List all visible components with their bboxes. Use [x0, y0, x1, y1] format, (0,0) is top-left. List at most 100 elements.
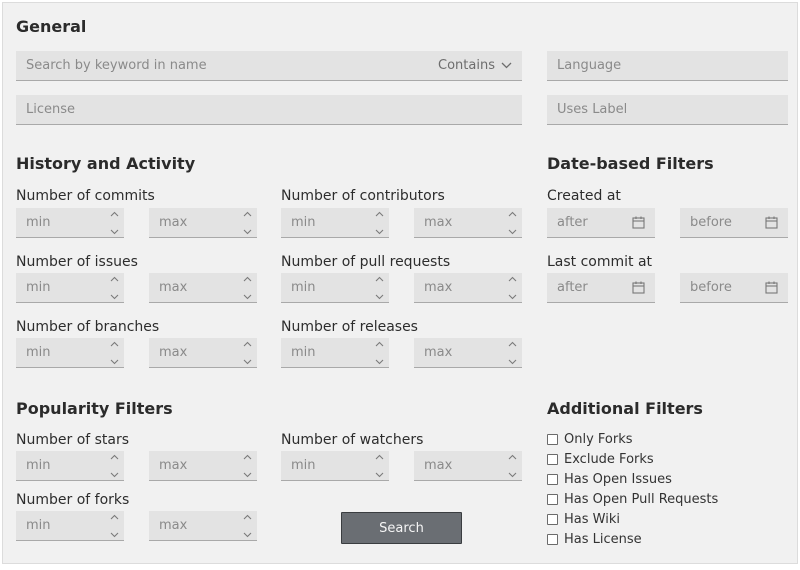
chevron-up-icon: [110, 276, 118, 282]
chevron-up-icon: [110, 341, 118, 347]
last-commit-label: Last commit at: [547, 254, 653, 270]
chevron-down-icon: [508, 294, 516, 300]
chevron-down-icon: [110, 294, 118, 300]
created-at-label: Created at: [547, 188, 621, 204]
number-stepper[interactable]: [506, 341, 518, 365]
number-stepper[interactable]: [108, 341, 120, 365]
chevron-down-icon: [243, 294, 251, 300]
filter-option-has-open-issues[interactable]: Has Open Issues: [547, 472, 672, 487]
has-wiki-checkbox[interactable]: [547, 514, 558, 525]
stars-min-field: [16, 451, 124, 481]
issues-max-field: [149, 273, 257, 303]
chevron-down-icon: [501, 62, 512, 69]
chevron-down-icon: [375, 472, 383, 478]
number-stepper[interactable]: [373, 454, 385, 478]
watchers-min-field: [281, 451, 389, 481]
watchers-max-field: [414, 451, 522, 481]
filter-option-has-wiki[interactable]: Has Wiki: [547, 512, 620, 527]
stars-label: Number of stars: [16, 432, 130, 448]
chevron-down-icon: [243, 229, 251, 235]
filter-option-has-license[interactable]: Has License: [547, 532, 642, 547]
number-stepper[interactable]: [108, 276, 120, 300]
number-stepper[interactable]: [241, 454, 253, 478]
forks-label: Number of forks: [16, 492, 130, 508]
issues-min-field: [16, 273, 124, 303]
chevron-down-icon: [508, 229, 516, 235]
number-stepper[interactable]: [108, 514, 120, 538]
only-forks-checkbox[interactable]: [547, 434, 558, 445]
calendar-icon[interactable]: [632, 216, 645, 229]
chevron-up-icon: [375, 211, 383, 217]
forks-max-field: [149, 511, 257, 541]
keyword-search-field: Contains: [16, 51, 522, 81]
filter-option-label: Has Open Pull Requests: [564, 492, 719, 507]
chevron-up-icon: [243, 514, 251, 520]
chevron-down-icon: [243, 359, 251, 365]
calendar-icon[interactable]: [632, 281, 645, 294]
match-mode-dropdown[interactable]: Contains: [438, 51, 512, 80]
chevron-down-icon: [375, 294, 383, 300]
chevron-down-icon: [110, 532, 118, 538]
chevron-up-icon: [110, 514, 118, 520]
number-stepper[interactable]: [373, 341, 385, 365]
releases-min-field: [281, 338, 389, 368]
exclude-forks-checkbox[interactable]: [547, 454, 558, 465]
has-open-pull-requests-checkbox[interactable]: [547, 494, 558, 505]
chevron-down-icon: [243, 532, 251, 538]
number-stepper[interactable]: [241, 514, 253, 538]
chevron-up-icon: [243, 276, 251, 282]
number-stepper[interactable]: [241, 341, 253, 365]
pull-requests-min-field: [281, 273, 389, 303]
filter-option-label: Has License: [564, 532, 642, 547]
forks-min-field: [16, 511, 124, 541]
has-license-checkbox[interactable]: [547, 534, 558, 545]
last-commit-after-field: [547, 273, 655, 303]
chevron-up-icon: [243, 341, 251, 347]
branches-max-field: [149, 338, 257, 368]
calendar-icon[interactable]: [765, 281, 778, 294]
number-stepper[interactable]: [241, 276, 253, 300]
chevron-up-icon: [375, 341, 383, 347]
chevron-up-icon: [110, 454, 118, 460]
number-stepper[interactable]: [506, 211, 518, 235]
number-stepper[interactable]: [108, 211, 120, 235]
match-mode-label: Contains: [438, 58, 495, 73]
chevron-down-icon: [110, 472, 118, 478]
filter-option-has-open-pull-requests[interactable]: Has Open Pull Requests: [547, 492, 718, 507]
chevron-down-icon: [110, 359, 118, 365]
number-stepper[interactable]: [108, 454, 120, 478]
date-filters-heading: Date-based Filters: [547, 154, 714, 173]
uses-label-input[interactable]: [547, 95, 788, 124]
chevron-up-icon: [375, 454, 383, 460]
issues-label: Number of issues: [16, 254, 138, 270]
branches-min-field: [16, 338, 124, 368]
calendar-icon[interactable]: [765, 216, 778, 229]
chevron-up-icon: [508, 341, 516, 347]
pull-requests-label: Number of pull requests: [281, 254, 451, 270]
search-button[interactable]: Search: [341, 512, 462, 544]
filter-option-label: Has Wiki: [564, 512, 620, 527]
watchers-label: Number of watchers: [281, 432, 424, 448]
number-stepper[interactable]: [241, 211, 253, 235]
chevron-up-icon: [508, 276, 516, 282]
language-input[interactable]: [547, 51, 788, 80]
license-field: [16, 95, 522, 125]
chevron-up-icon: [508, 211, 516, 217]
created-after-field: [547, 208, 655, 238]
filter-option-only-forks[interactable]: Only Forks: [547, 432, 633, 447]
chevron-up-icon: [375, 276, 383, 282]
branches-label: Number of branches: [16, 319, 160, 335]
license-input[interactable]: [16, 95, 522, 124]
language-field: [547, 51, 788, 81]
filter-option-label: Only Forks: [564, 432, 633, 447]
chevron-down-icon: [110, 229, 118, 235]
last-commit-before-field: [680, 273, 788, 303]
has-open-issues-checkbox[interactable]: [547, 474, 558, 485]
number-stepper[interactable]: [506, 276, 518, 300]
filter-option-exclude-forks[interactable]: Exclude Forks: [547, 452, 654, 467]
number-stepper[interactable]: [373, 211, 385, 235]
contributors-max-field: [414, 208, 522, 238]
number-stepper[interactable]: [506, 454, 518, 478]
chevron-down-icon: [508, 359, 516, 365]
number-stepper[interactable]: [373, 276, 385, 300]
